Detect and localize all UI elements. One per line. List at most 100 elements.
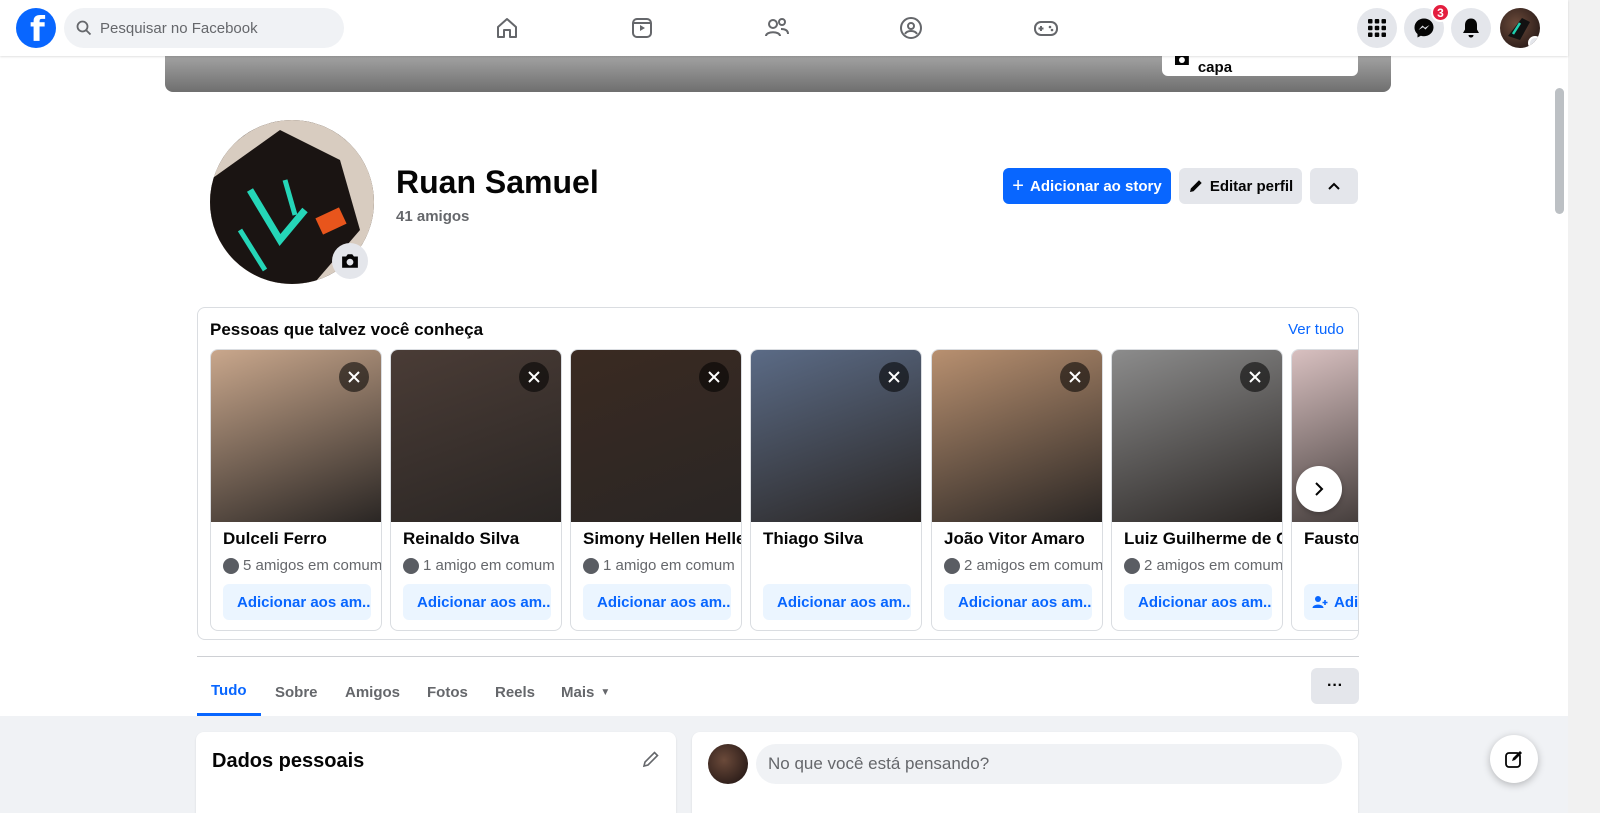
add-friend-button[interactable]: Adicionar aos am... — [944, 584, 1092, 620]
add-friend-button[interactable]: Adicionar aos am... — [403, 584, 551, 620]
bell-icon — [1463, 18, 1479, 38]
add-friend-label: Adicionar aos am... — [958, 593, 1092, 611]
profile-tab[interactable]: Amigos — [331, 668, 414, 716]
add-to-story-button[interactable]: + Adicionar ao story — [1003, 168, 1171, 204]
add-friend-label: Adicionar aos am... — [597, 593, 731, 611]
next-suggestions-button[interactable] — [1296, 466, 1342, 512]
mutual-friends: 1 amigo em comum — [403, 557, 561, 574]
profile-tab[interactable]: Fotos — [413, 668, 482, 716]
suggestion-name[interactable]: Thiago Silva — [763, 529, 921, 549]
friends-count-link[interactable]: 41 amigos — [396, 208, 469, 225]
menu-button[interactable] — [1357, 8, 1397, 48]
suggestion-name[interactable]: Simony Hellen Helle — [583, 529, 741, 549]
change-profile-photo-button[interactable] — [332, 243, 368, 279]
mutual-friend-avatar — [223, 557, 239, 574]
add-friend-button[interactable]: Adicio — [1304, 584, 1359, 620]
mutual-friends-label: 2 amigos em comum — [964, 557, 1102, 574]
collapse-suggestions-button[interactable] — [1310, 168, 1358, 204]
profile-tab[interactable]: Tudo — [197, 668, 261, 716]
people-you-may-know-panel: Pessoas que talvez você conheça Ver tudo… — [197, 307, 1359, 640]
suggestion-card[interactable]: Thiago Silva Adicionar aos am... — [750, 349, 922, 631]
scrollbar-thumb[interactable] — [1555, 88, 1564, 214]
search-input[interactable] — [100, 8, 330, 48]
more-dots-icon: ··· — [1327, 677, 1343, 694]
suggestion-card[interactable]: Reinaldo Silva 1 amigo em comum Adiciona… — [390, 349, 562, 631]
search-box[interactable] — [64, 8, 344, 48]
suggestions-title: Pessoas que talvez você conheça — [210, 320, 484, 339]
mutual-friend-avatar — [944, 557, 960, 574]
dismiss-suggestion-button[interactable] — [339, 362, 369, 392]
suggestion-name[interactable]: João Vitor Amaro — [944, 529, 1102, 549]
friends-icon — [765, 18, 789, 37]
chevron-up-icon — [1328, 182, 1340, 190]
pencil-icon — [1189, 180, 1202, 192]
mutual-friend-avatar — [583, 557, 599, 574]
apps-grid-icon — [1368, 19, 1386, 37]
composer-avatar[interactable] — [708, 744, 748, 784]
suggestion-name[interactable]: Luiz Guilherme de C — [1124, 529, 1282, 549]
profile-tab[interactable]: Sobre — [261, 668, 332, 716]
nav-tab-video[interactable] — [586, 0, 698, 56]
suggestion-card[interactable]: Luiz Guilherme de C 2 amigos em comum Ad… — [1111, 349, 1283, 631]
profile-tab-label: Mais — [561, 683, 595, 701]
nav-tab-groups[interactable] — [855, 0, 967, 56]
notifications-button[interactable] — [1451, 8, 1491, 48]
account-chevron-icon — [1528, 36, 1540, 48]
edit-profile-button[interactable]: Editar perfil — [1179, 168, 1302, 204]
dismiss-suggestion-button[interactable] — [519, 362, 549, 392]
profile-more-options-button[interactable]: ··· — [1311, 668, 1359, 704]
camera-icon — [342, 254, 358, 268]
profile-tab[interactable]: Reels — [481, 668, 549, 716]
suggestion-name[interactable]: Fausto — [1304, 529, 1358, 549]
suggestion-card[interactable]: Simony Hellen Helle 1 amigo em comum Adi… — [570, 349, 742, 631]
nav-tab-friends[interactable] — [721, 0, 833, 56]
add-to-story-label: Adicionar ao story — [1029, 177, 1162, 195]
suggestion-card[interactable]: João Vitor Amaro 2 amigos em comum Adici… — [931, 349, 1103, 631]
caret-down-icon: ▼ — [600, 686, 611, 698]
mutual-friends: 1 amigo em comum — [583, 557, 741, 574]
compose-icon — [1505, 751, 1522, 768]
close-icon — [528, 371, 540, 383]
dismiss-suggestion-button[interactable] — [1060, 362, 1090, 392]
suggestion-card[interactable]: Dulceli Ferro 5 amigos em comum Adiciona… — [210, 349, 382, 631]
dismiss-suggestion-button[interactable] — [879, 362, 909, 392]
suggestion-name[interactable]: Reinaldo Silva — [403, 529, 561, 549]
profile-tab-label: Sobre — [275, 683, 318, 701]
video-icon — [632, 18, 652, 38]
add-friend-label: Adicio — [1334, 593, 1359, 611]
search-icon — [76, 20, 92, 36]
edit-pencil-icon[interactable] — [642, 750, 660, 768]
add-friend-button[interactable]: Adicionar aos am... — [223, 584, 371, 620]
add-friend-label: Adicionar aos am... — [237, 593, 371, 611]
composer-input[interactable]: No que você está pensando? — [756, 744, 1342, 784]
mutual-friends-label: 5 amigos em comum — [243, 557, 381, 574]
messenger-button[interactable]: 3 — [1404, 3, 1450, 48]
account-avatar[interactable] — [1500, 8, 1540, 48]
close-icon — [1069, 371, 1081, 383]
profile-tab-label: Fotos — [427, 683, 468, 701]
close-icon — [348, 371, 360, 383]
add-friend-label: Adicionar aos am... — [777, 593, 911, 611]
close-icon — [708, 371, 720, 383]
profile-tab-label: Reels — [495, 683, 536, 701]
add-friend-button[interactable]: Adicionar aos am... — [763, 584, 911, 620]
new-message-button[interactable] — [1490, 735, 1538, 783]
groups-icon — [900, 17, 922, 39]
mutual-friend-avatar — [1124, 557, 1140, 574]
dismiss-suggestion-button[interactable] — [699, 362, 729, 392]
messenger-icon — [1414, 18, 1434, 38]
add-friend-button[interactable]: Adicionar aos am... — [583, 584, 731, 620]
nav-tab-gaming[interactable] — [990, 0, 1102, 56]
dismiss-suggestion-button[interactable] — [1240, 362, 1270, 392]
close-icon — [888, 371, 900, 383]
top-navigation-bar: f 3 — [0, 0, 1568, 56]
add-friend-button[interactable]: Adicionar aos am... — [1124, 584, 1272, 620]
add-friend-label: Adicionar aos am... — [417, 593, 551, 611]
nav-tab-home[interactable] — [451, 0, 563, 56]
profile-tab[interactable]: Mais ▼ — [547, 668, 624, 716]
suggestion-name[interactable]: Dulceli Ferro — [223, 529, 381, 549]
facebook-logo[interactable]: f — [16, 8, 56, 50]
see-all-link[interactable]: Ver tudo — [1288, 321, 1344, 338]
personal-details-card: Dados pessoais — [196, 732, 676, 813]
scrollbar-track[interactable] — [1568, 0, 1600, 813]
